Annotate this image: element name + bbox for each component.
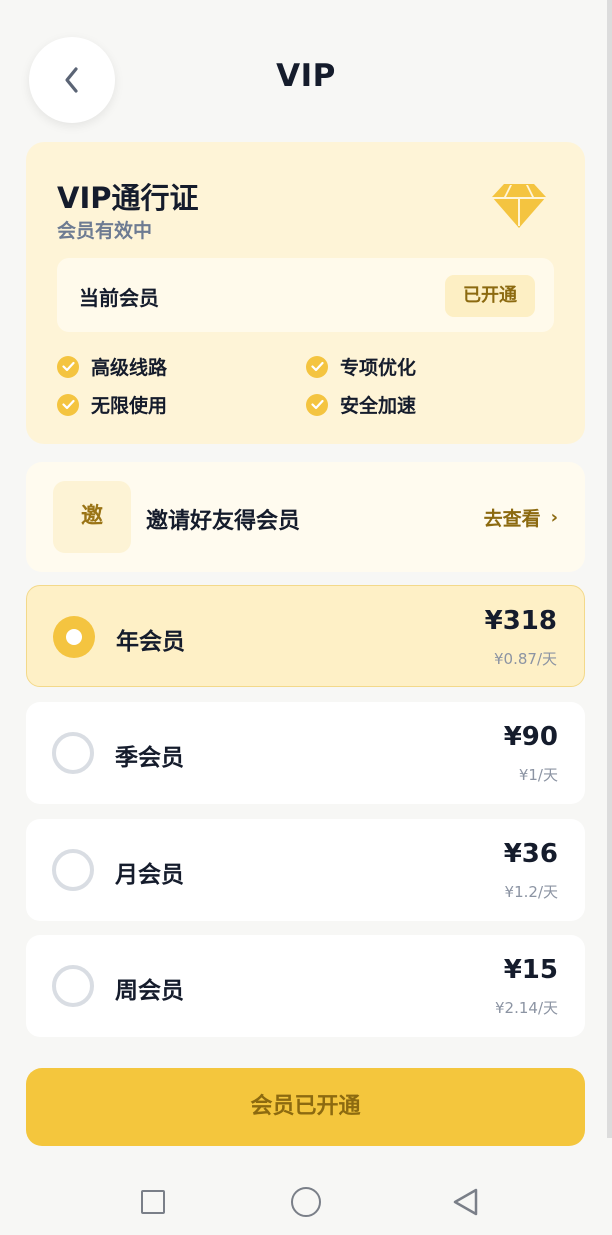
invite-text: 邀请好友得会员 <box>146 509 301 534</box>
plan-daily-price: ¥1/天 <box>518 766 558 784</box>
vip-page: VIP VIP通行证 会员有效中 当前会员 已开通 高级线路 专项优化 无限使用… <box>0 0 612 1235</box>
current-member-label: 当前会员 <box>79 286 159 310</box>
feature-label: 高级线路 <box>91 357 168 379</box>
triangle-back-icon[interactable] <box>452 1187 480 1217</box>
plan-option-quarterly[interactable]: 季会员 ¥90 ¥1/天 <box>26 702 585 804</box>
plan-name: 月会员 <box>115 862 184 888</box>
feature-label: 专项优化 <box>340 357 417 379</box>
member-status-badge: 已开通 <box>445 275 535 317</box>
feature-item: 无限使用 <box>57 391 167 418</box>
plan-price: ¥318 <box>484 606 557 636</box>
check-icon <box>57 355 79 378</box>
system-nav-bar <box>0 1165 612 1235</box>
vip-pass-card: VIP通行证 会员有效中 当前会员 已开通 高级线路 专项优化 无限使用 安全加… <box>26 142 585 444</box>
page-title: VIP <box>276 58 336 94</box>
invite-badge: 邀 <box>53 481 131 553</box>
plan-daily-price: ¥2.14/天 <box>495 999 558 1017</box>
plan-option-yearly[interactable]: 年会员 ¥318 ¥0.87/天 <box>26 585 585 687</box>
circle-home-icon[interactable] <box>291 1187 321 1217</box>
plan-daily-price: ¥1.2/天 <box>504 883 558 901</box>
vip-card-title: VIP通行证 <box>57 181 199 215</box>
check-icon <box>306 393 328 416</box>
plan-price: ¥90 <box>503 722 558 752</box>
plan-name: 周会员 <box>115 978 184 1004</box>
radio-unselected-icon[interactable] <box>52 849 94 891</box>
radio-unselected-icon[interactable] <box>52 732 94 774</box>
feature-label: 无限使用 <box>91 395 168 417</box>
diamond-icon <box>492 184 546 228</box>
radio-selected-icon[interactable] <box>53 616 95 658</box>
feature-item: 高级线路 <box>57 353 167 380</box>
vip-card-subtitle: 会员有效中 <box>57 220 153 242</box>
feature-label: 安全加速 <box>340 395 417 417</box>
square-recent-icon[interactable] <box>141 1190 165 1214</box>
view-invite-label: 去查看 <box>483 508 541 530</box>
current-member-box: 当前会员 已开通 <box>57 258 554 332</box>
check-icon <box>306 355 328 378</box>
plan-price: ¥36 <box>503 839 558 869</box>
invite-friends-row[interactable]: 邀 邀请好友得会员 去查看 › <box>26 462 585 572</box>
member-activated-button[interactable]: 会员已开通 <box>26 1068 585 1146</box>
plan-option-weekly[interactable]: 周会员 ¥15 ¥2.14/天 <box>26 935 585 1037</box>
chevron-right-icon: › <box>550 507 558 528</box>
plan-daily-price: ¥0.87/天 <box>494 650 557 668</box>
radio-unselected-icon[interactable] <box>52 965 94 1007</box>
plan-name: 季会员 <box>115 745 184 771</box>
plan-option-monthly[interactable]: 月会员 ¥36 ¥1.2/天 <box>26 819 585 921</box>
plan-price: ¥15 <box>503 955 558 985</box>
feature-item: 专项优化 <box>306 353 416 380</box>
plan-name: 年会员 <box>116 629 185 655</box>
scrollbar[interactable] <box>607 0 612 1138</box>
view-invite-link[interactable]: 去查看 › <box>484 504 558 531</box>
check-icon <box>57 393 79 416</box>
feature-item: 安全加速 <box>306 391 416 418</box>
